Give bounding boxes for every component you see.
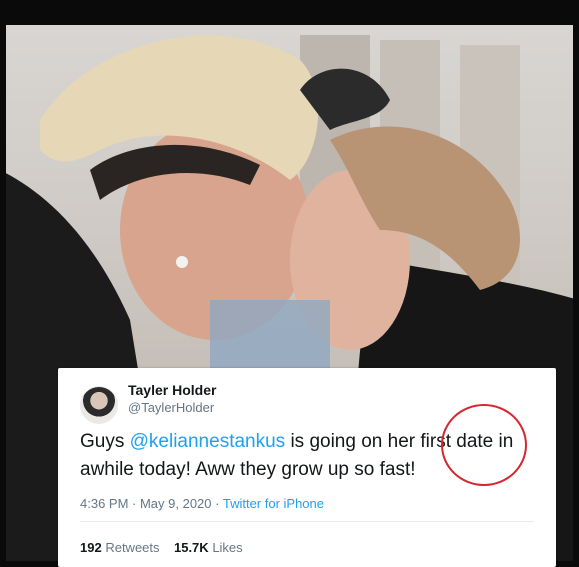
tweet-meta: 4:36 PM · May 9, 2020 · Twitter for iPho… [80,496,324,511]
frame-top [0,0,579,25]
background-shirt [210,300,330,370]
meta-separator: · [211,496,223,511]
retweets-count[interactable]: 192 [80,540,102,555]
annotation-circle [441,404,527,486]
frame-right [573,0,579,567]
tweet-timestamp[interactable]: 4:36 PM · May 9, 2020 [80,496,212,511]
divider [80,521,534,522]
tweet-source-link[interactable]: Twitter for iPhone [223,496,324,511]
frame-left [0,0,6,567]
tweet-stats: 192 Retweets 15.7K Likes [80,540,243,555]
likes-count[interactable]: 15.7K [174,540,209,555]
likes-label[interactable]: Likes [212,540,242,555]
earring-icon [176,256,188,268]
tweet-author-handle[interactable]: @TaylerHolder [128,400,214,415]
tweet-author-name[interactable]: Tayler Holder [128,382,216,398]
tweet-card: Tayler Holder @TaylerHolder Guys @kelian… [58,368,556,567]
tweet-mention-link[interactable]: @keliannestankus [130,431,286,452]
tweet-text-before: Guys [80,431,130,452]
retweets-label[interactable]: Retweets [105,540,159,555]
avatar[interactable] [80,386,118,424]
